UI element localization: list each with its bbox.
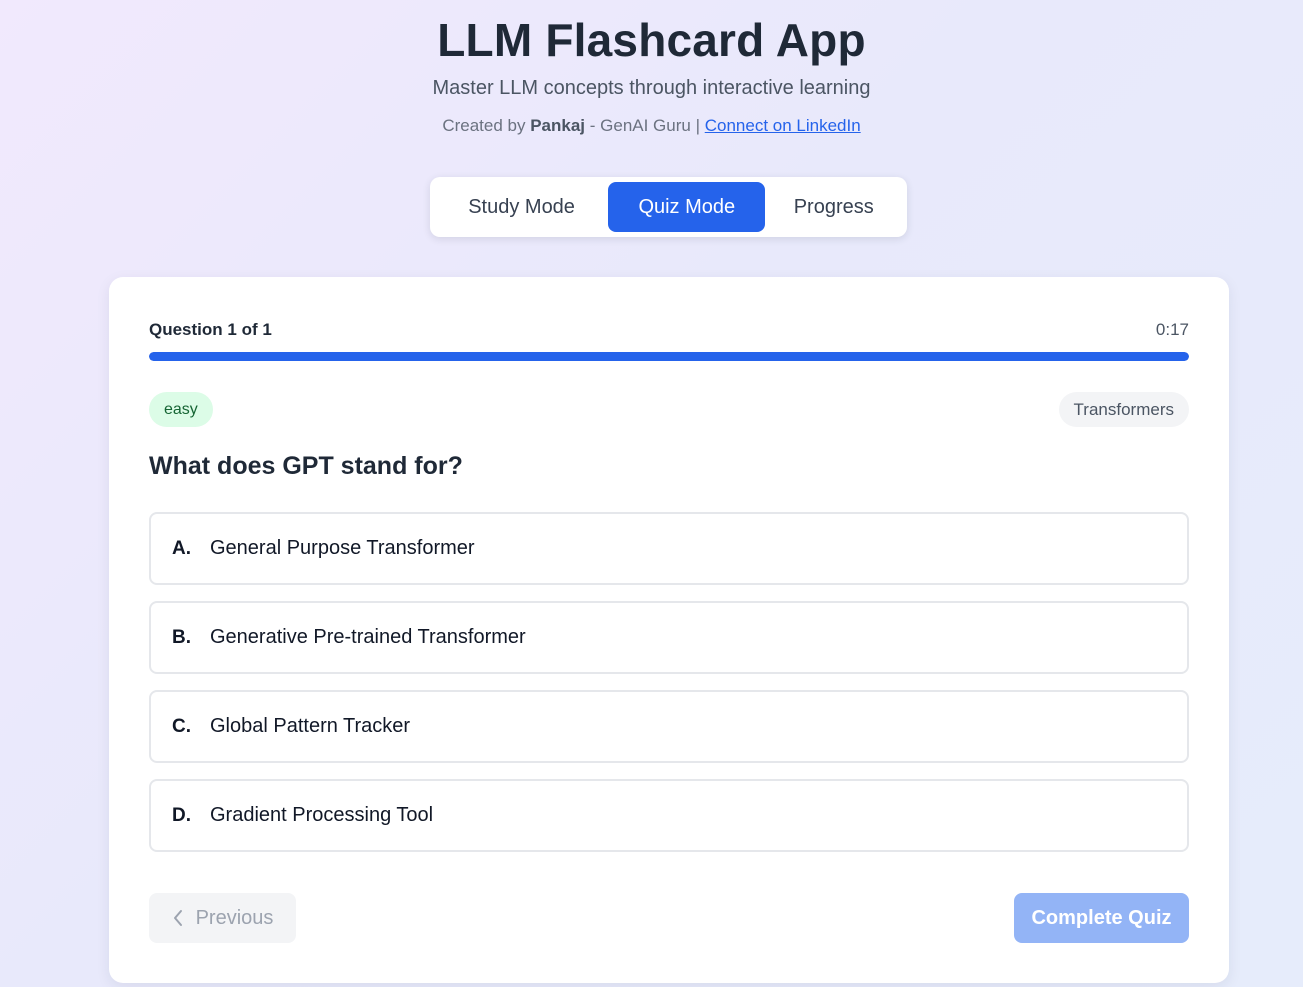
question-counter: Question 1 of 1 [149,320,272,339]
option-letter: A. [172,537,191,559]
author-name: Pankaj [530,116,586,135]
answer-option-b[interactable]: B. Generative Pre-trained Transformer [149,601,1189,674]
linkedin-link[interactable]: Connect on LinkedIn [705,116,861,135]
option-letter: B. [172,626,191,648]
option-text: General Purpose Transformer [210,537,475,559]
app-title: LLM Flashcard App [437,14,866,66]
previous-label: Previous [195,906,274,929]
answer-option-a[interactable]: A. General Purpose Transformer [149,512,1189,585]
option-letter: C. [172,715,191,737]
credits-line: Created by Pankaj - GenAI Guru | Connect… [0,115,1303,137]
previous-button[interactable]: Previous [149,893,296,943]
app-subtitle: Master LLM concepts through interactive … [432,77,871,99]
credits-prefix: Created by [442,116,531,135]
quiz-timer: 0:17 [1155,320,1189,339]
topic-badge: Transformers [1058,392,1189,427]
option-text: Global Pattern Tracker [210,715,411,737]
option-text: Gradient Processing Tool [210,804,434,826]
difficulty-badge: easy [149,392,213,427]
mode-tabs: Study Mode Quiz Mode Progress [430,177,907,237]
option-letter: D. [172,804,191,826]
option-text: Generative Pre-trained Transformer [210,626,526,648]
tab-progress[interactable]: Progress [765,182,902,232]
credits-middle: - GenAI Guru | [585,116,705,135]
tab-quiz-mode[interactable]: Quiz Mode [608,182,766,232]
answer-option-d[interactable]: D. Gradient Processing Tool [149,779,1189,852]
complete-quiz-button[interactable]: Complete Quiz [1014,893,1189,943]
progress-bar [149,352,1189,361]
chevron-left-icon [172,909,184,927]
tab-study-mode[interactable]: Study Mode [435,182,608,232]
answer-option-c[interactable]: C. Global Pattern Tracker [149,690,1189,763]
progress-bar-fill [149,352,1189,361]
quiz-card: Question 1 of 1 0:17 easy Transformers W… [109,277,1229,983]
question-text: What does GPT stand for? [149,452,463,480]
